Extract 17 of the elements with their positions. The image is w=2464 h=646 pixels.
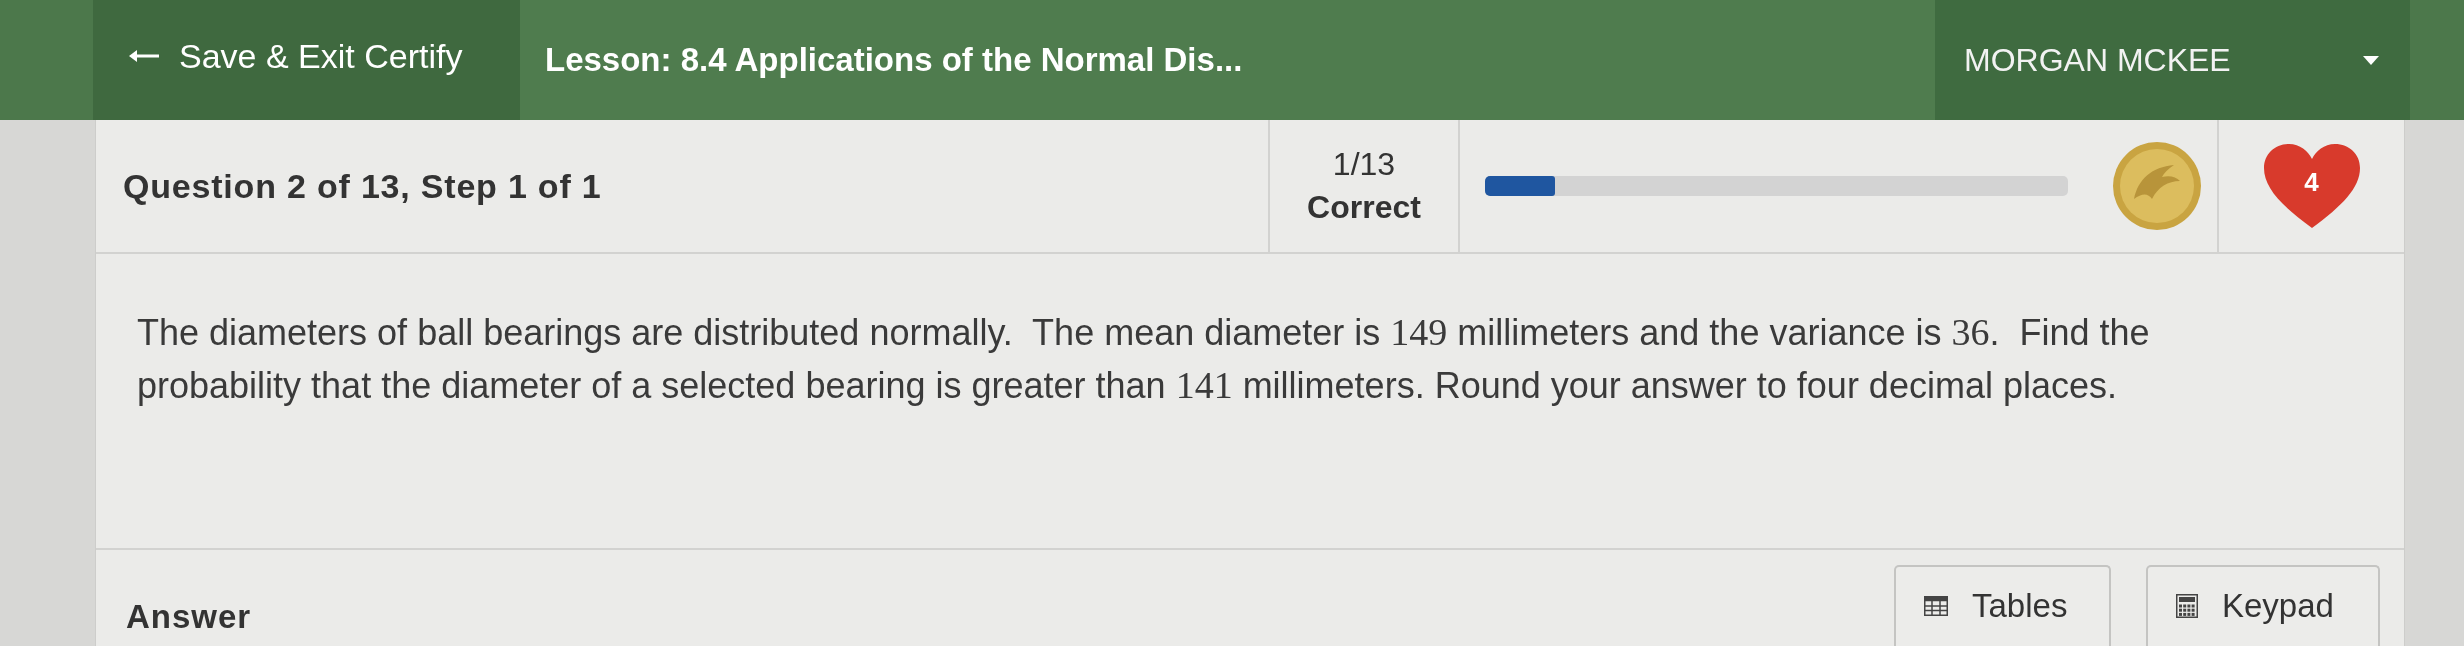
lives-count: 4: [2304, 166, 2319, 198]
heart-icon: [2261, 142, 2362, 230]
answer-label: Answer: [126, 598, 252, 636]
question-text: The diameters of ball bearings are distributed normally. The mean diameter is 149 millimeters and the variance is 36. Find the probability that the diameter of a selected bearing is greater than 141 millimeters. Round your answer to four decimal places.: [137, 310, 2151, 408]
save-exit-button[interactable]: Save & Exit Certify: [93, 0, 520, 120]
left-arrow-icon: [129, 50, 159, 62]
tables-button[interactable]: Tables: [1894, 565, 2111, 646]
keypad-button[interactable]: Keypad: [2146, 565, 2380, 646]
score-label: Correct: [1307, 188, 1421, 227]
user-menu[interactable]: MORGAN MCKEE: [1935, 0, 2410, 120]
caret-icon: [2363, 55, 2379, 65]
coin-icon: [2112, 141, 2202, 231]
calculator-icon: [2176, 593, 2198, 618]
table-icon: [1924, 595, 1948, 616]
question-label: Question 2 of 13, Step 1 of 1: [123, 166, 602, 206]
lesson-title: Lesson: 8.4 Applications of the Normal Dis...: [520, 0, 1935, 120]
score-fraction: 1/13: [1332, 144, 1396, 184]
